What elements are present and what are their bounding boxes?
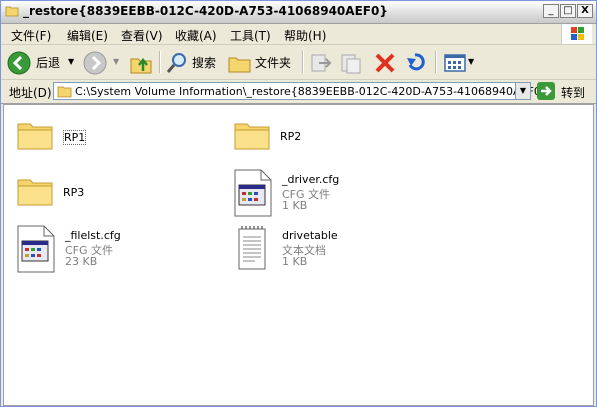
views-icon[interactable]	[443, 50, 467, 76]
folder-icon	[17, 123, 53, 150]
toolbar-separator	[435, 51, 437, 73]
list-item[interactable]: _driver.cfg CFG 文件 1 KB	[233, 169, 433, 219]
undo-icon[interactable]	[404, 50, 428, 76]
item-name: _driver.cfg	[282, 173, 340, 186]
forward-arrow-icon[interactable]	[83, 50, 107, 76]
folder-icon	[234, 123, 270, 150]
search-button-label[interactable]: 搜索	[192, 54, 216, 71]
address-bar: 地址(D) C:\System Volume Information\_rest…	[1, 80, 596, 104]
back-dropdown-icon[interactable]: ▼	[68, 57, 74, 66]
item-size: 1 KB	[282, 199, 308, 212]
menu-edit[interactable]: 编辑(E)	[67, 27, 108, 44]
go-button-label: 转到	[561, 86, 586, 100]
menu-view[interactable]: 查看(V)	[121, 27, 163, 44]
toolbar-separator	[159, 51, 161, 73]
windows-logo-icon	[561, 24, 592, 44]
list-item[interactable]: RP1	[16, 117, 216, 157]
copy-to-icon[interactable]	[339, 50, 363, 76]
item-name: RP1	[63, 130, 87, 145]
list-item[interactable]: drivetable 文本文档 1 KB	[233, 225, 433, 275]
go-arrow-icon	[537, 82, 555, 100]
item-name: RP2	[280, 130, 302, 143]
list-item[interactable]: RP3	[16, 173, 216, 213]
back-arrow-icon[interactable]	[7, 50, 31, 76]
item-name: RP3	[63, 186, 85, 199]
list-item[interactable]: _filelst.cfg CFG 文件 23 KB	[16, 225, 216, 275]
cfg-file-icon	[17, 225, 55, 273]
address-dropdown-icon[interactable]: ▼	[515, 82, 531, 100]
toolbar-separator	[302, 51, 304, 73]
cfg-file-icon	[234, 169, 272, 217]
back-button-label[interactable]: 后退	[36, 54, 60, 71]
menu-file[interactable]: 文件(F)	[11, 27, 51, 44]
folders-button-label[interactable]: 文件夹	[255, 54, 291, 71]
menu-bar: 文件(F) 编辑(E) 查看(V) 收藏(A) 工具(T) 帮助(H)	[1, 24, 596, 45]
folder-icon	[5, 6, 19, 17]
item-name: drivetable	[282, 229, 338, 242]
menu-help[interactable]: 帮助(H)	[284, 27, 326, 44]
item-name: _filelst.cfg	[65, 229, 121, 242]
search-icon[interactable]	[165, 50, 189, 76]
menu-favorites[interactable]: 收藏(A)	[175, 27, 217, 44]
address-input[interactable]: C:\System Volume Information\_restore{88…	[53, 82, 548, 100]
views-dropdown-icon[interactable]: ▼	[468, 57, 474, 66]
go-button[interactable]: 转到	[537, 82, 595, 100]
title-bar[interactable]: _restore{8839EEBB-012C-420D-A753-4106894…	[1, 1, 596, 24]
item-size: 1 KB	[282, 255, 308, 268]
text-document-icon	[238, 226, 266, 270]
item-size: 23 KB	[65, 255, 98, 268]
toolbar: 后退 ▼ ▼ 搜索 文件夹 ▼	[1, 45, 596, 80]
folders-icon[interactable]	[228, 50, 252, 76]
list-item[interactable]: RP2	[233, 117, 433, 157]
address-path: C:\System Volume Information\_restore{88…	[75, 85, 548, 98]
up-folder-icon[interactable]	[129, 50, 153, 76]
address-label: 地址(D)	[9, 86, 52, 100]
window-title: _restore{8839EEBB-012C-420D-A753-4106894…	[23, 4, 388, 18]
folder-icon	[57, 86, 72, 98]
move-to-icon[interactable]	[309, 50, 333, 76]
minimize-button[interactable]: _	[543, 4, 559, 18]
menu-tools[interactable]: 工具(T)	[230, 27, 271, 44]
close-button[interactable]: X	[577, 4, 593, 18]
explorer-window: _restore{8839EEBB-012C-420D-A753-4106894…	[0, 0, 597, 407]
folder-icon	[17, 179, 53, 206]
delete-icon[interactable]	[373, 50, 397, 76]
maximize-button[interactable]: □	[560, 4, 576, 18]
file-list: RP1 RP2 RP3 _driver.cfg CFG 文件 1 KB _fil…	[3, 104, 594, 406]
forward-dropdown-icon[interactable]: ▼	[113, 57, 119, 66]
